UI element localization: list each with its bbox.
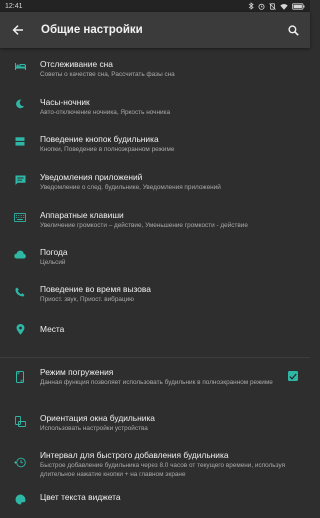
phone-fullscreen-icon xyxy=(16,371,24,383)
setting-window-orientation[interactable]: Ориентация окна будильника Использовать … xyxy=(0,405,310,442)
bluetooth-icon xyxy=(248,2,254,10)
search-icon xyxy=(287,24,299,36)
status-time: 12:41 xyxy=(5,2,23,10)
setting-subtitle: Цельсий xyxy=(40,259,66,266)
setting-subtitle: Увеличение громкости – действие, Уменьше… xyxy=(40,222,248,229)
keyboard-icon xyxy=(14,213,26,222)
setting-title: Режим погружения xyxy=(40,367,114,377)
setting-subtitle: Быстрое добавление будильника через 8.0 … xyxy=(40,462,286,478)
arrow-back-icon xyxy=(12,25,23,35)
setting-title: Отслеживание сна xyxy=(40,59,113,69)
setting-subtitle: Уведомление о след. будильнике, Уведомле… xyxy=(40,184,221,191)
battery-icon xyxy=(292,2,305,10)
wifi-icon xyxy=(280,3,288,10)
setting-subtitle: Авто-отключение ночника, Яркость ночника xyxy=(40,109,171,116)
setting-alarm-buttons[interactable]: Поведение кнопок будильника Кнопки, Пове… xyxy=(0,123,310,161)
app-bar: Общие настройки xyxy=(0,12,310,48)
rotate-icon xyxy=(14,416,26,427)
setting-hardware-keys[interactable]: Аппаратные клавиши Увеличение громкости … xyxy=(0,199,310,237)
alarm-status-icon xyxy=(258,3,265,10)
mute-icon xyxy=(269,2,276,10)
setting-title: Погода xyxy=(40,247,68,257)
search-button[interactable] xyxy=(276,12,310,48)
timer-add-icon xyxy=(14,457,26,468)
message-icon xyxy=(15,175,25,185)
setting-title: Ориентация окна будильника xyxy=(40,413,155,423)
setting-title: Уведомления приложений xyxy=(40,172,143,182)
setting-title: Интервал для быстрого добавления будильн… xyxy=(40,450,229,460)
setting-call-behavior[interactable]: Поведение во время вызова Приост. звук, … xyxy=(0,274,310,311)
setting-title: Аппаратные клавиши xyxy=(40,210,124,220)
status-bar: 12:41 xyxy=(0,0,310,12)
setting-subtitle: Приост. звук, Приост. вибрацию xyxy=(40,296,134,303)
setting-weather[interactable]: Погода Цельсий xyxy=(0,237,310,274)
setting-night-clock[interactable]: Часы-ночник Авто-отключение ночника, Ярк… xyxy=(0,86,310,123)
checkmark-icon xyxy=(289,373,297,380)
setting-title: Цвет текста виджета xyxy=(40,492,121,502)
buttons-icon xyxy=(15,137,25,146)
setting-subtitle: Советы о качестве сна, Рассчитать фазы с… xyxy=(40,71,175,78)
settings-list: Отслеживание сна Советы о качестве сна, … xyxy=(0,48,310,518)
moon-icon xyxy=(16,99,25,109)
setting-quick-add-interval[interactable]: Интервал для быстрого добавления будильн… xyxy=(0,442,310,488)
back-button[interactable] xyxy=(0,12,36,48)
phone-icon xyxy=(15,287,25,297)
setting-widget-text-color[interactable]: Цвет текста виджета xyxy=(0,488,310,518)
setting-title: Часы-ночник xyxy=(40,97,90,107)
setting-title: Места xyxy=(40,324,65,334)
setting-immersive-mode[interactable]: Режим погружения Данная функция позволяе… xyxy=(0,358,310,405)
location-icon xyxy=(16,324,24,335)
setting-app-notifications[interactable]: Уведомления приложений Уведомление о сле… xyxy=(0,161,310,199)
bed-icon xyxy=(14,63,26,70)
page-title: Общие настройки xyxy=(41,24,143,36)
setting-title: Поведение во время вызова xyxy=(40,284,151,294)
setting-subtitle: Использовать настройки устройства xyxy=(40,425,148,432)
cloud-icon xyxy=(14,250,26,259)
immersive-mode-checkbox[interactable] xyxy=(288,371,298,381)
setting-subtitle: Кнопки, Поведение в полноэкранном режиме xyxy=(40,146,175,153)
status-icons xyxy=(248,2,305,10)
setting-title: Поведение кнопок будильника xyxy=(40,134,159,144)
setting-subtitle: Данная функция позволяет использовать бу… xyxy=(40,379,273,386)
setting-places[interactable]: Места xyxy=(0,311,310,346)
setting-sleep-tracking[interactable]: Отслеживание сна Советы о качестве сна, … xyxy=(0,48,310,86)
